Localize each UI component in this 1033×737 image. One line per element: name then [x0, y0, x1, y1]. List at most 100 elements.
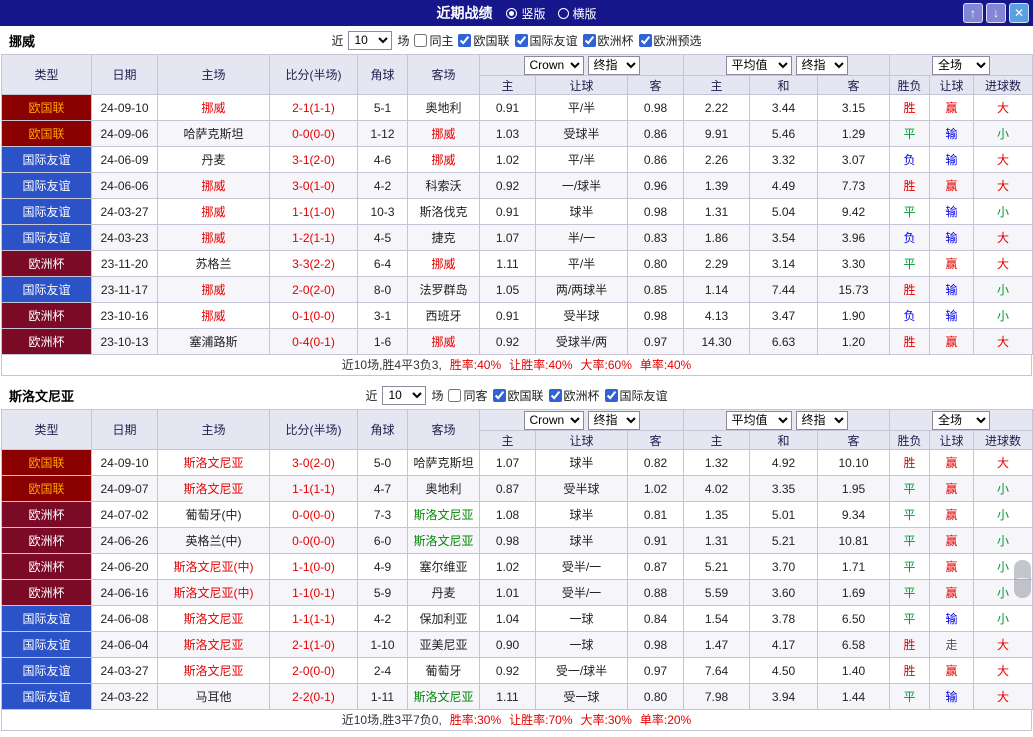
cell-score[interactable]: 3-1(2-0) — [269, 146, 358, 173]
cell-score[interactable]: 0-1(0-0) — [269, 302, 358, 329]
cell-score[interactable]: 2-0(0-0) — [269, 657, 358, 684]
avg-odds-select[interactable]: 平均值 — [725, 410, 792, 430]
fulltime-select[interactable]: 全场 — [932, 55, 991, 75]
cell-away-team[interactable]: 挪威 — [407, 146, 480, 173]
cell-result-wdl: 平 — [889, 120, 931, 147]
cell-home-team[interactable]: 马耳他 — [157, 683, 270, 710]
cell-away-team[interactable]: 丹麦 — [407, 579, 480, 606]
cell-score[interactable]: 3-0(2-0) — [269, 449, 358, 476]
competition-filter[interactable]: 国际友谊 — [514, 32, 578, 49]
cell-away-team[interactable]: 科索沃 — [407, 172, 480, 199]
cell-away-team[interactable]: 挪威 — [407, 120, 480, 147]
odds-source-select[interactable]: Crown — [523, 55, 584, 75]
cell-score[interactable]: 1-1(1-1) — [269, 605, 358, 632]
cell-away-team[interactable]: 挪威 — [407, 328, 480, 355]
competition-filter[interactable]: 欧洲杯 — [548, 387, 600, 404]
cell-score[interactable]: 1-2(1-1) — [269, 224, 358, 251]
same-venue-filter-checkbox[interactable] — [414, 33, 428, 47]
cell-score[interactable]: 1-1(1-0) — [269, 198, 358, 225]
competition-filter[interactable]: 欧洲预选 — [638, 32, 702, 49]
competition-filter-checkbox[interactable] — [604, 388, 618, 402]
scroll-down-button[interactable]: ↓ — [986, 3, 1006, 23]
competition-filter-checkbox[interactable] — [514, 33, 528, 47]
floating-scroll-widget[interactable] — [1014, 560, 1031, 598]
layout-option[interactable]: 竖版 — [506, 5, 546, 22]
radio-icon[interactable] — [506, 7, 518, 19]
competition-filter[interactable]: 欧国联 — [458, 32, 510, 49]
cell-away-team[interactable]: 奥地利 — [407, 94, 480, 121]
final-odds-select-2[interactable]: 终指 — [795, 410, 848, 430]
cell-home-team[interactable]: 挪威 — [157, 94, 270, 121]
cell-away-team[interactable]: 亚美尼亚 — [407, 631, 480, 658]
competition-filter[interactable]: 欧国联 — [492, 387, 544, 404]
cell-home-team[interactable]: 丹麦 — [157, 146, 270, 173]
cell-home-team[interactable]: 苏格兰 — [157, 250, 270, 277]
cell-away-team[interactable]: 捷克 — [407, 224, 480, 251]
cell-score[interactable]: 2-0(2-0) — [269, 276, 358, 303]
competition-filter-checkbox[interactable] — [548, 388, 562, 402]
cell-away-team[interactable]: 奥地利 — [407, 475, 480, 502]
cell-score[interactable]: 3-3(2-2) — [269, 250, 358, 277]
cell-home-team[interactable]: 斯洛文尼亚 — [157, 657, 270, 684]
competition-filter[interactable]: 欧洲杯 — [582, 32, 634, 49]
cell-home-team[interactable]: 挪威 — [157, 198, 270, 225]
competition-filter-checkbox[interactable] — [458, 33, 472, 47]
cell-home-team[interactable]: 塞浦路斯 — [157, 328, 270, 355]
cell-home-team[interactable]: 斯洛文尼亚 — [157, 475, 270, 502]
close-icon[interactable]: ✕ — [1009, 3, 1029, 23]
cell-score[interactable]: 0-0(0-0) — [269, 527, 358, 554]
cell-home-team[interactable]: 斯洛文尼亚(中) — [157, 553, 270, 580]
cell-home-team[interactable]: 斯洛文尼亚 — [157, 449, 270, 476]
cell-away-team[interactable]: 西班牙 — [407, 302, 480, 329]
cell-away-team[interactable]: 斯洛文尼亚 — [407, 501, 480, 528]
same-venue-filter[interactable]: 同主 — [414, 32, 453, 49]
cell-home-team[interactable]: 挪威 — [157, 302, 270, 329]
cell-away-team[interactable]: 斯洛伐克 — [407, 198, 480, 225]
cell-score[interactable]: 3-0(1-0) — [269, 172, 358, 199]
cell-score[interactable]: 1-1(0-1) — [269, 579, 358, 606]
odds-source-select[interactable]: Crown — [523, 410, 584, 430]
cell-home-team[interactable]: 挪威 — [157, 276, 270, 303]
same-venue-filter-checkbox[interactable] — [448, 388, 462, 402]
layout-option[interactable]: 横版 — [557, 5, 597, 22]
cell-home-team[interactable]: 挪威 — [157, 172, 270, 199]
cell-away-team[interactable]: 斯洛文尼亚 — [407, 683, 480, 710]
cell-away-team[interactable]: 保加利亚 — [407, 605, 480, 632]
radio-icon[interactable] — [557, 7, 569, 19]
cell-away-team[interactable]: 法罗群岛 — [407, 276, 480, 303]
fulltime-select[interactable]: 全场 — [932, 410, 991, 430]
cell-away-team[interactable]: 挪威 — [407, 250, 480, 277]
cell-score[interactable]: 0-4(0-1) — [269, 328, 358, 355]
cell-score[interactable]: 2-1(1-1) — [269, 94, 358, 121]
final-odds-select-2[interactable]: 终指 — [795, 55, 848, 75]
recent-count-select[interactable]: 10 — [348, 30, 393, 50]
cell-score[interactable]: 1-1(1-1) — [269, 475, 358, 502]
cell-home-team[interactable]: 斯洛文尼亚 — [157, 631, 270, 658]
cell-away-team[interactable]: 哈萨克斯坦 — [407, 449, 480, 476]
avg-odds-select[interactable]: 平均值 — [725, 55, 792, 75]
cell-away-team[interactable]: 斯洛文尼亚 — [407, 527, 480, 554]
cell-score[interactable]: 0-0(0-0) — [269, 120, 358, 147]
scroll-up-button[interactable]: ↑ — [963, 3, 983, 23]
final-odds-select[interactable]: 终指 — [587, 410, 640, 430]
cell-score[interactable]: 1-1(0-0) — [269, 553, 358, 580]
cell-score[interactable]: 2-1(1-0) — [269, 631, 358, 658]
cell-away-team[interactable]: 葡萄牙 — [407, 657, 480, 684]
competition-filter-checkbox[interactable] — [492, 388, 506, 402]
cell-score[interactable]: 0-0(0-0) — [269, 501, 358, 528]
avg-group-header: 平均值 终指 — [683, 54, 891, 76]
cell-home-team[interactable]: 挪威 — [157, 224, 270, 251]
cell-home-team[interactable]: 斯洛文尼亚(中) — [157, 579, 270, 606]
cell-home-team[interactable]: 葡萄牙(中) — [157, 501, 270, 528]
cell-score[interactable]: 2-2(0-1) — [269, 683, 358, 710]
cell-home-team[interactable]: 哈萨克斯坦 — [157, 120, 270, 147]
same-venue-filter[interactable]: 同客 — [448, 387, 488, 404]
competition-filter-checkbox[interactable] — [638, 33, 652, 47]
cell-away-team[interactable]: 塞尔维亚 — [407, 553, 480, 580]
competition-filter-checkbox[interactable] — [582, 33, 596, 47]
final-odds-select[interactable]: 终指 — [587, 55, 640, 75]
competition-filter[interactable]: 国际友谊 — [604, 387, 668, 404]
cell-home-team[interactable]: 英格兰(中) — [157, 527, 270, 554]
cell-home-team[interactable]: 斯洛文尼亚 — [157, 605, 270, 632]
recent-count-select[interactable]: 10 — [382, 385, 427, 405]
